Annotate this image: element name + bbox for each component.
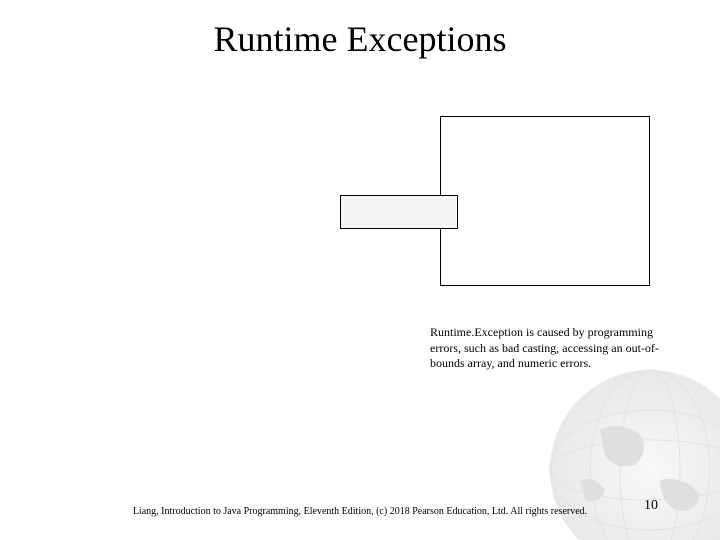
slide-title: Runtime Exceptions: [0, 18, 720, 60]
diagram-small-box: [340, 195, 458, 229]
description-paragraph: Runtime.Exception is caused by programmi…: [430, 325, 680, 372]
page-number: 10: [644, 498, 658, 514]
footer-citation: Liang, Introduction to Java Programming,…: [130, 506, 590, 518]
diagram-large-box: [440, 116, 650, 286]
